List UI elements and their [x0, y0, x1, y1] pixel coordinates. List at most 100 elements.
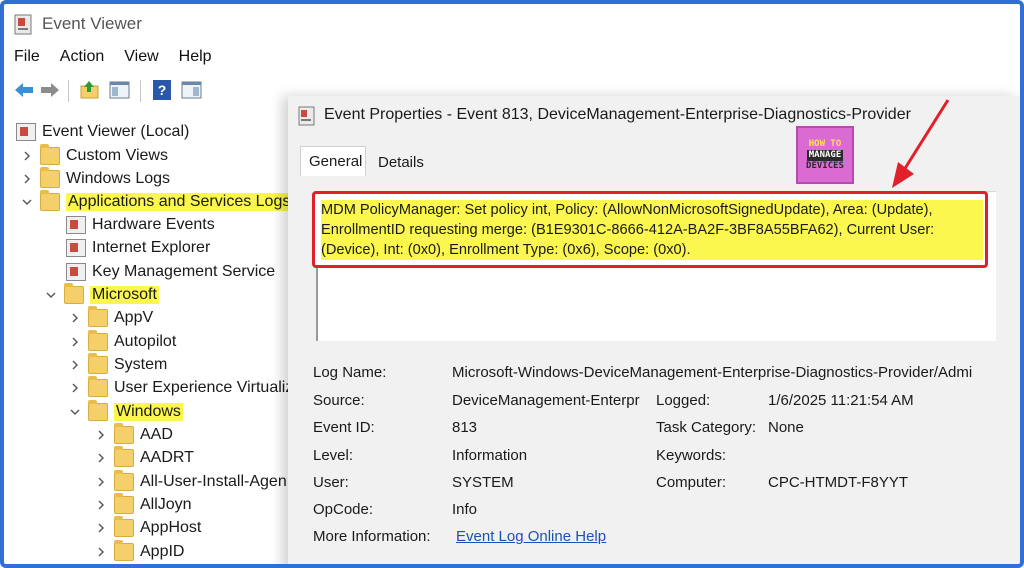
- tree-label: AppID: [140, 542, 185, 560]
- tree-item-custom-views[interactable]: Custom Views: [20, 143, 168, 167]
- log-icon: [66, 238, 86, 257]
- tree-label: AppV: [114, 308, 154, 326]
- folder-icon: [88, 329, 108, 351]
- tree-label: Windows: [114, 402, 183, 421]
- source-value[interactable]: DeviceManagement-Enterpr: [452, 392, 640, 409]
- forward-arrow-icon[interactable]: [38, 78, 62, 102]
- tree-item-apphost[interactable]: AppHost: [94, 515, 202, 539]
- computer-value[interactable]: CPC-HTMDT-F8YYT: [768, 474, 908, 491]
- chevron-down-icon[interactable]: [20, 195, 34, 209]
- more-information-label: More Information:: [313, 528, 431, 545]
- tab-details[interactable]: Details: [370, 152, 432, 176]
- menu-view[interactable]: View: [114, 44, 168, 72]
- tree-item-all-user-install-agent[interactable]: All-User-Install-Agen: [94, 469, 287, 493]
- tree-item-windows-logs[interactable]: Windows Logs: [20, 166, 170, 190]
- tree-item-hardware-events[interactable]: Hardware Events: [66, 213, 215, 236]
- tree-item-windows[interactable]: Windows: [68, 399, 183, 423]
- chevron-right-icon[interactable]: [94, 451, 108, 465]
- tab-general[interactable]: General: [300, 146, 366, 176]
- menu-file[interactable]: File: [4, 44, 50, 72]
- tree-item-system[interactable]: System: [68, 352, 167, 376]
- chevron-right-icon[interactable]: [68, 335, 82, 349]
- task-category-value[interactable]: None: [768, 419, 804, 436]
- menu-bar: File Action View Help: [4, 44, 222, 72]
- tree-label: Internet Explorer: [92, 238, 211, 256]
- tree-label: AADRT: [140, 448, 194, 466]
- tree-item-user-experience-virtualization[interactable]: User Experience Virtualiza: [68, 375, 294, 399]
- event-description[interactable]: MDM PolicyManager: Set policy int, Polic…: [321, 200, 983, 260]
- tree-label: Custom Views: [66, 146, 168, 164]
- folder-icon: [40, 189, 60, 211]
- logo-text-line-2: MANAGE: [806, 149, 844, 161]
- event-properties-dialog: Event Properties - Event 813, DeviceMana…: [288, 96, 1020, 564]
- tree-label: AllJoyn: [140, 495, 192, 513]
- folder-icon: [88, 352, 108, 374]
- chevron-right-icon[interactable]: [20, 172, 34, 186]
- title-bar: Event Viewer: [4, 4, 1020, 44]
- folder-icon: [114, 515, 134, 537]
- chevron-down-icon[interactable]: [44, 288, 58, 302]
- action-pane-icon[interactable]: [180, 78, 204, 102]
- level-value[interactable]: Information: [452, 447, 527, 464]
- tree-label: AAD: [140, 425, 173, 443]
- folder-icon: [114, 422, 134, 444]
- tree-item-microsoft[interactable]: Microsoft: [44, 282, 159, 306]
- tree-item-key-management[interactable]: Key Management Service: [66, 260, 275, 283]
- tree-label: All-User-Install-Agen: [140, 472, 287, 490]
- level-label: Level:: [313, 447, 354, 464]
- folder-icon: [114, 492, 134, 514]
- user-value[interactable]: SYSTEM: [452, 474, 514, 491]
- tree-label: Event Viewer (Local): [42, 122, 190, 140]
- tree-item-aad[interactable]: AAD: [94, 422, 173, 446]
- logged-value[interactable]: 1/6/2025 11:21:54 AM: [768, 392, 914, 409]
- tree-label: Microsoft: [90, 285, 159, 304]
- event-viewer-node-icon: [16, 122, 36, 141]
- chevron-right-icon[interactable]: [94, 498, 108, 512]
- event-log-online-help-link[interactable]: Event Log Online Help: [456, 528, 606, 545]
- tree-label: AppHost: [140, 518, 202, 536]
- menu-help[interactable]: Help: [169, 44, 222, 72]
- chevron-down-icon[interactable]: [68, 405, 82, 419]
- tree-label: Hardware Events: [92, 215, 215, 233]
- chevron-right-icon[interactable]: [94, 475, 108, 489]
- computer-label: Computer:: [656, 474, 727, 491]
- user-label: User:: [313, 474, 349, 491]
- log-icon: [66, 215, 86, 234]
- chevron-right-icon[interactable]: [94, 545, 108, 559]
- toolbar-separator: [68, 80, 69, 102]
- tree-item-appid[interactable]: AppID: [94, 539, 185, 563]
- back-arrow-icon[interactable]: [12, 78, 36, 102]
- log-name-value[interactable]: Microsoft-Windows-DeviceManagement-Enter…: [452, 364, 972, 381]
- tree-item-appv[interactable]: AppV: [68, 305, 154, 329]
- tree-item-internet-explorer[interactable]: Internet Explorer: [66, 236, 210, 259]
- chevron-right-icon[interactable]: [20, 149, 34, 163]
- show-pane-icon[interactable]: [108, 78, 132, 102]
- folder-icon: [114, 469, 134, 491]
- folder-icon: [114, 539, 134, 561]
- up-folder-icon[interactable]: [78, 78, 102, 102]
- folder-icon: [40, 166, 60, 188]
- chevron-right-icon[interactable]: [68, 358, 82, 372]
- tree-item-autopilot[interactable]: Autopilot: [68, 329, 176, 353]
- tree-item-aadrt[interactable]: AADRT: [94, 445, 194, 469]
- chevron-right-icon[interactable]: [68, 311, 82, 325]
- opcode-value[interactable]: Info: [452, 501, 477, 518]
- window-title: Event Viewer: [42, 14, 142, 33]
- source-label: Source:: [313, 392, 365, 409]
- chevron-right-icon[interactable]: [68, 381, 82, 395]
- tree-item-apps-services-logs[interactable]: Applications and Services Logs: [20, 189, 293, 213]
- folder-icon: [114, 445, 134, 467]
- event-id-value[interactable]: 813: [452, 419, 477, 436]
- tree-item-root[interactable]: Event Viewer (Local): [16, 120, 189, 143]
- tree-label: Key Management Service: [92, 262, 276, 280]
- chevron-right-icon[interactable]: [94, 428, 108, 442]
- event-viewer-icon: [14, 14, 32, 35]
- folder-icon: [88, 305, 108, 327]
- help-icon[interactable]: ?: [150, 78, 174, 102]
- annotation-arrow-icon: [892, 99, 950, 188]
- svg-text:?: ?: [158, 82, 167, 98]
- menu-action[interactable]: Action: [50, 44, 114, 72]
- tree-item-alljoyn[interactable]: AllJoyn: [94, 492, 192, 516]
- chevron-right-icon[interactable]: [94, 521, 108, 535]
- logged-label: Logged:: [656, 392, 711, 409]
